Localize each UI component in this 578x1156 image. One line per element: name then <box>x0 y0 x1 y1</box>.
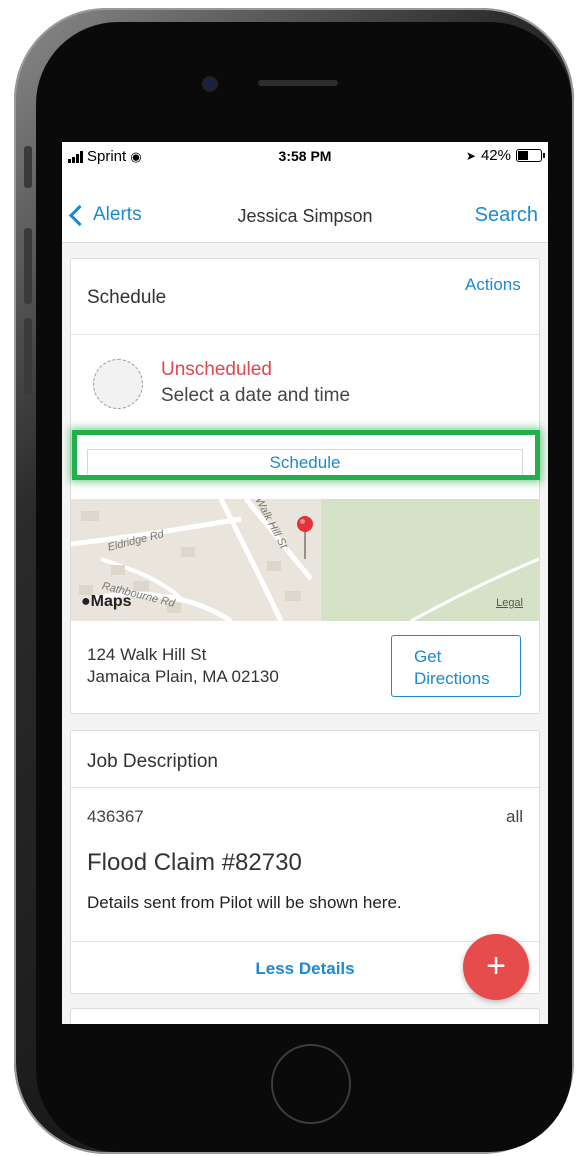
map-preview[interactable]: Eldridge Rd Walk Hill St Rathbourne Rd ●… <box>71 499 539 621</box>
search-button[interactable]: Search <box>475 204 538 227</box>
select-date-hint: Select a date and time <box>161 385 351 406</box>
address-line-2: Jamaica Plain, MA 02130 <box>87 667 279 686</box>
location-arrow-icon: ➤ <box>465 148 476 163</box>
directions-label-1: Get <box>414 647 442 666</box>
status-right: ➤ 42% <box>465 147 545 164</box>
battery-icon <box>516 149 545 162</box>
status-bar: Sprint ◉ 3:58 PM ➤ 42% <box>62 142 548 170</box>
maps-brand: Maps <box>90 593 132 610</box>
job-scope: all <box>505 807 523 826</box>
address-line-1: 124 Walk Hill St <box>87 645 207 664</box>
battery-percent: 42% <box>480 147 511 164</box>
divider <box>71 941 539 942</box>
app-screen: Sprint ◉ 3:58 PM ➤ 42% Alerts Jessica Si… <box>62 142 548 1024</box>
divider <box>71 787 539 788</box>
next-card <box>70 1008 540 1024</box>
map-legal-link[interactable]: Legal <box>496 597 523 609</box>
claim-details: Details sent from Pilot will be shown he… <box>87 893 402 912</box>
job-number: 436367 <box>87 807 144 826</box>
avatar-placeholder <box>93 359 143 409</box>
speaker-grille <box>258 80 338 86</box>
add-button[interactable]: + <box>463 934 529 1000</box>
job-description-title: Job Description <box>87 751 218 772</box>
apple-icon: ● <box>81 593 91 610</box>
schedule-title: Schedule <box>87 287 167 308</box>
apple-maps-logo: ●Maps <box>81 593 132 611</box>
claim-title: Flood Claim #82730 <box>87 849 302 876</box>
get-directions-button[interactable]: Get Directions <box>391 635 521 697</box>
status-unscheduled: Unscheduled <box>161 359 272 380</box>
home-button[interactable] <box>271 1044 351 1124</box>
camera-icon <box>204 78 216 90</box>
directions-label-2: Directions <box>414 669 490 688</box>
highlight-box <box>72 430 540 480</box>
schedule-card: Schedule Actions Unscheduled Select a da… <box>70 258 540 714</box>
navigation-bar: Alerts Jessica Simpson Search <box>62 170 548 243</box>
actions-button[interactable]: Actions <box>465 275 523 295</box>
divider <box>71 334 539 335</box>
map-pin-icon <box>297 516 313 559</box>
